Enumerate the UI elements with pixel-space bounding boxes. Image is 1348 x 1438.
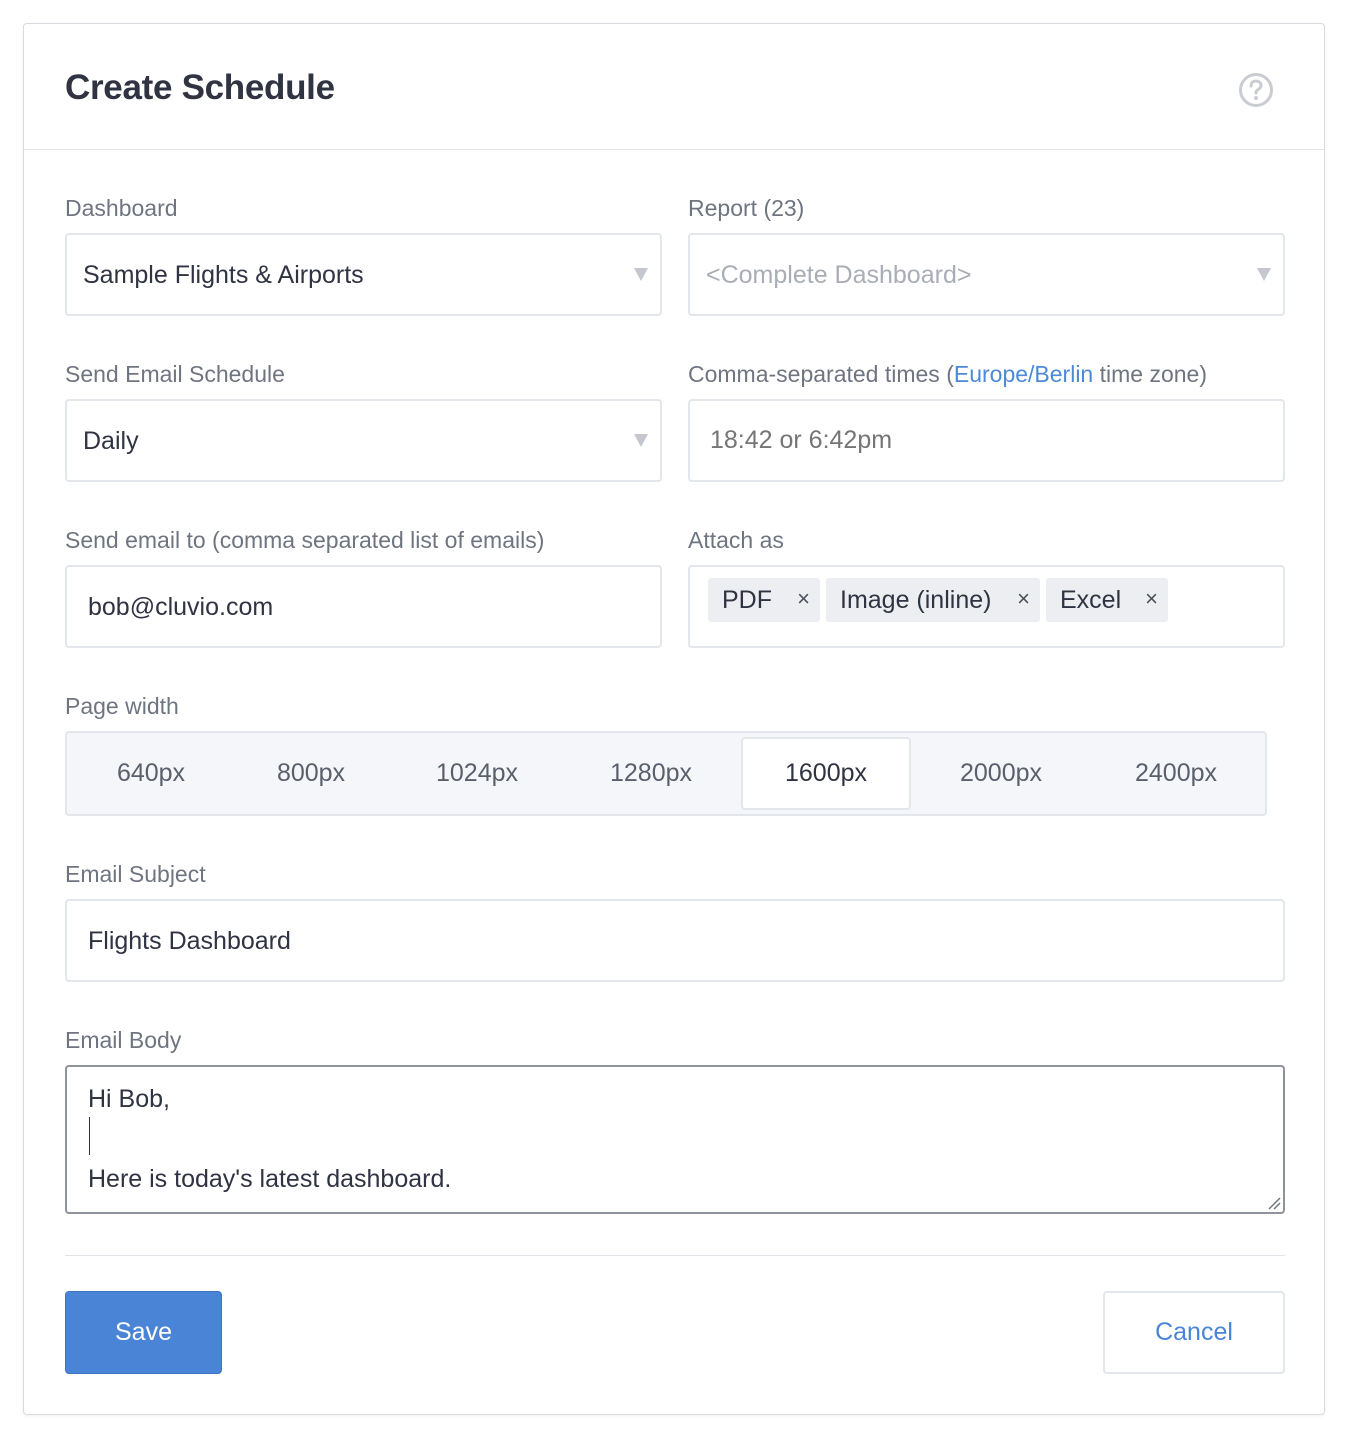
- remove-tag-icon[interactable]: ×: [1017, 586, 1030, 612]
- schedule-select[interactable]: Daily: [65, 399, 662, 482]
- page-width-option-2400[interactable]: 2400px: [1089, 737, 1263, 810]
- subject-label: Email Subject: [65, 861, 206, 887]
- tag-label: PDF: [722, 586, 772, 614]
- report-label: Report (23): [688, 195, 804, 222]
- report-count: (23): [763, 195, 805, 221]
- remove-tag-icon[interactable]: ×: [797, 586, 810, 612]
- recipients-input-value: bob@cluvio.com: [88, 593, 274, 621]
- dashboard-select-value: Sample Flights & Airports: [83, 261, 364, 289]
- body-line-3: Here is today's latest dashboard.: [88, 1165, 452, 1193]
- times-label-before: Comma-separated times (: [688, 361, 954, 387]
- body-textarea[interactable]: Hi Bob, Here is today's latest dashboard…: [65, 1065, 1285, 1214]
- dialog-title: Create Schedule: [65, 68, 335, 107]
- text-cursor: [89, 1117, 90, 1155]
- body-label: Email Body: [65, 1027, 182, 1053]
- page-width-option-1024[interactable]: 1024px: [391, 737, 563, 810]
- dashboard-label: Dashboard: [65, 195, 178, 221]
- attach-tag-excel: Excel ×: [1046, 578, 1168, 622]
- page-width-option-1600[interactable]: 1600px: [741, 737, 911, 810]
- times-input[interactable]: [688, 399, 1285, 482]
- footer-divider: [65, 1255, 1285, 1256]
- attach-label: Attach as: [688, 527, 784, 553]
- report-label-text: Report: [688, 195, 758, 221]
- cancel-button[interactable]: Cancel: [1103, 1291, 1285, 1374]
- page-width-option-800[interactable]: 800px: [231, 737, 391, 810]
- tag-label: Excel: [1060, 586, 1122, 614]
- dropdown-caret-icon: [634, 268, 648, 281]
- recipients-input[interactable]: bob@cluvio.com: [65, 565, 662, 648]
- report-select-placeholder: <Complete Dashboard>: [706, 261, 972, 289]
- schedule-label: Send Email Schedule: [65, 361, 285, 387]
- timezone-link[interactable]: Europe/Berlin: [954, 361, 1093, 387]
- dashboard-select[interactable]: Sample Flights & Airports: [65, 233, 662, 316]
- schedule-select-value: Daily: [83, 427, 139, 455]
- save-button[interactable]: Save: [65, 1291, 222, 1374]
- resize-grip-icon[interactable]: [1267, 1196, 1281, 1210]
- times-label: Comma-separated times (Europe/Berlin tim…: [688, 361, 1207, 388]
- page-width-option-2000[interactable]: 2000px: [915, 737, 1087, 810]
- attach-tag-pdf: PDF ×: [708, 578, 820, 622]
- question-circle-icon[interactable]: [1238, 72, 1274, 108]
- dialog-header: Create Schedule: [24, 24, 1324, 150]
- body-line-1: Hi Bob,: [88, 1085, 170, 1113]
- create-schedule-dialog: Create Schedule Dashboard Sample Flights…: [23, 23, 1325, 1415]
- dropdown-caret-icon: [1257, 268, 1271, 281]
- page-width-option-640[interactable]: 640px: [71, 737, 231, 810]
- attach-multiselect[interactable]: PDF × Image (inline) × Excel ×: [688, 565, 1285, 648]
- dropdown-caret-icon: [634, 434, 648, 447]
- remove-tag-icon[interactable]: ×: [1145, 586, 1158, 612]
- page-width-label: Page width: [65, 693, 179, 719]
- page-width-selector: 640px 800px 1024px 1280px 1600px 2000px …: [65, 731, 1267, 816]
- report-select[interactable]: <Complete Dashboard>: [688, 233, 1285, 316]
- subject-input-value: Flights Dashboard: [88, 927, 291, 955]
- times-label-after: time zone): [1093, 361, 1207, 387]
- recipients-label: Send email to (comma separated list of e…: [65, 527, 545, 553]
- subject-input[interactable]: Flights Dashboard: [65, 899, 1285, 982]
- page-width-option-1280[interactable]: 1280px: [565, 737, 737, 810]
- attach-tag-image-inline: Image (inline) ×: [826, 578, 1040, 622]
- tag-label: Image (inline): [840, 586, 992, 614]
